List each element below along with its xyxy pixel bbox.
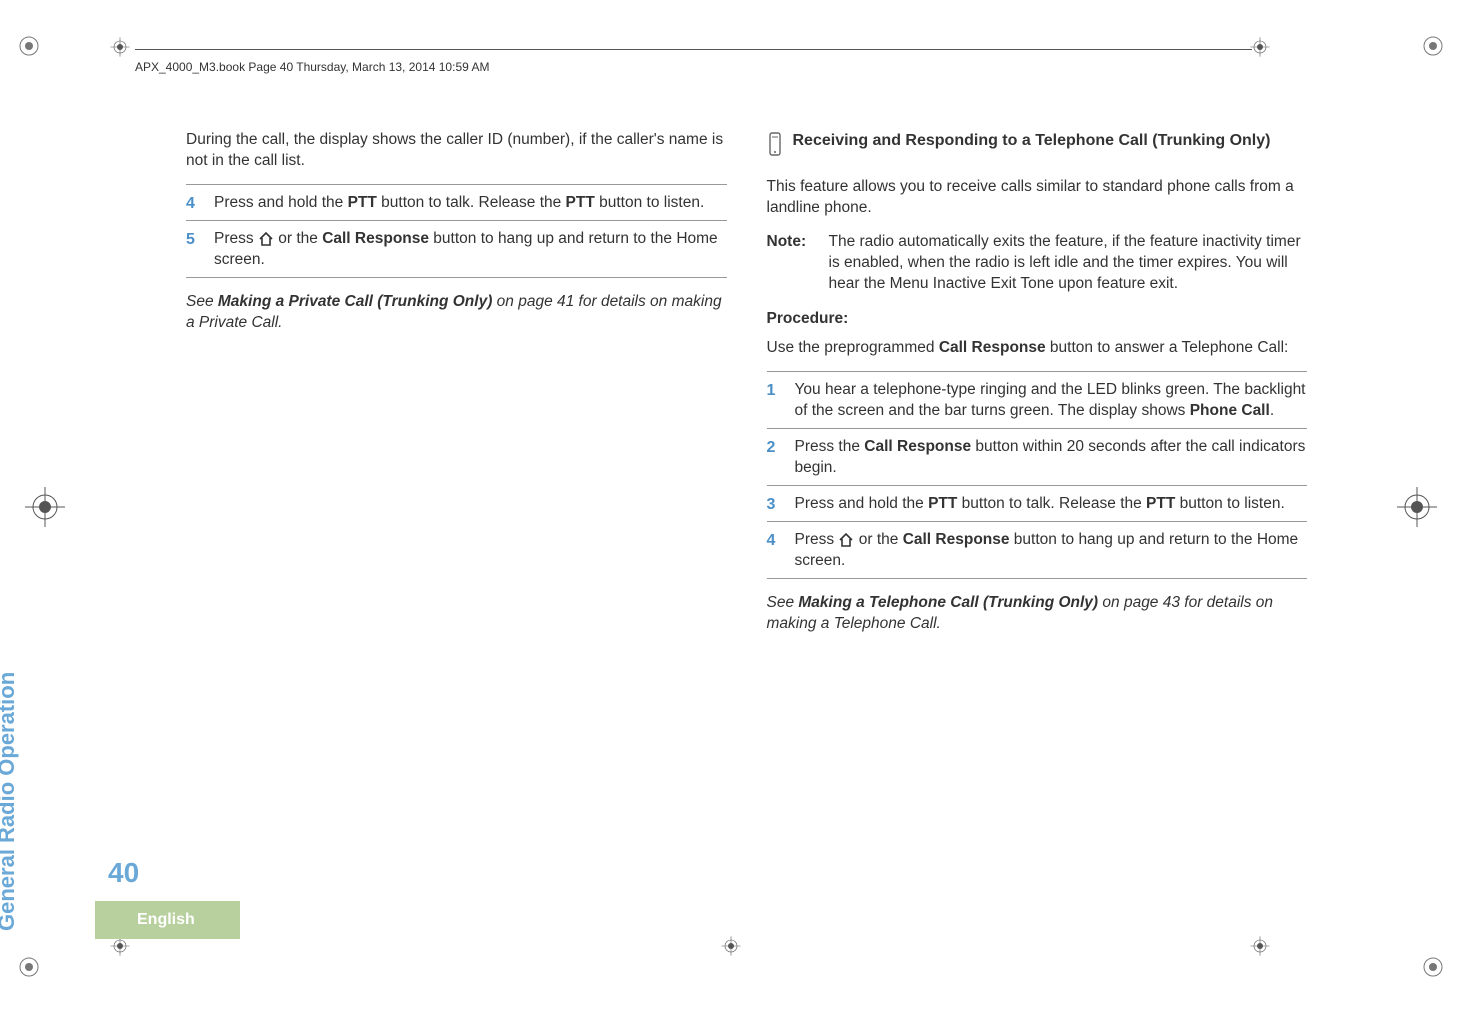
step-text: Press or the Call Response button to han… [214,229,727,271]
crop-mark-top-left [18,35,40,57]
registration-mark-right [1397,487,1437,527]
registration-mark-bottom-center [719,934,743,958]
step-4: 4 Press and hold the PTT button to talk.… [186,193,727,215]
see-note: See Making a Private Call (Trunking Only… [186,292,727,334]
note-text: The radio automatically exits the featur… [829,232,1308,295]
running-head: APX_4000_M3.book Page 40 Thursday, March… [135,60,489,74]
step-number: 4 [767,530,781,552]
left-column: During the call, the display shows the c… [140,130,727,893]
crop-mark-bottom-right [1422,956,1444,978]
see-note-right: See Making a Telephone Call (Trunking On… [767,593,1308,635]
home-icon [258,232,274,246]
separator [767,371,1308,372]
separator [767,485,1308,486]
phone-icon [767,132,783,163]
separator [767,428,1308,429]
step-number: 4 [186,193,200,215]
home-icon [838,533,854,547]
right-column: Receiving and Responding to a Telephone … [767,130,1308,893]
continuation-paragraph: During the call, the display shows the c… [186,130,727,172]
step-3: 3 Press and hold the PTT button to talk.… [767,494,1308,516]
registration-mark-top-inner [108,35,132,59]
heading-text: Receiving and Responding to a Telephone … [793,130,1271,152]
header-rule [135,49,1252,50]
step-number: 1 [767,380,781,402]
registration-mark-top-right-inner [1248,35,1272,59]
section-title-vertical: General Radio Operation [0,672,20,931]
crop-mark-bottom-left [18,956,40,978]
step-1: 1 You hear a telephone-type ringing and … [767,380,1308,422]
registration-mark-left [25,487,65,527]
step-text: Press the Call Response button within 20… [795,437,1308,479]
separator [186,277,727,278]
step-text: You hear a telephone-type ringing and th… [795,380,1308,422]
step-5: 5 Press or the Call Response button to h… [186,229,727,271]
registration-mark-bottom-right-inner [1248,934,1272,958]
separator [767,578,1308,579]
separator [186,184,727,185]
step-text: Press and hold the PTT button to talk. R… [214,193,727,214]
intro-paragraph: This feature allows you to receive calls… [767,177,1308,219]
page-body: During the call, the display shows the c… [140,130,1307,893]
procedure-intro: Use the preprogrammed Call Response butt… [767,338,1308,359]
step-number: 2 [767,437,781,459]
step-text: Press and hold the PTT button to talk. R… [795,494,1308,515]
step-text: Press or the Call Response button to han… [795,530,1308,572]
page-number: 40 [108,857,139,889]
separator [767,521,1308,522]
step-number: 5 [186,229,200,251]
step-number: 3 [767,494,781,516]
step-4-right: 4 Press or the Call Response button to h… [767,530,1308,572]
language-badge: English [95,901,240,939]
note-block: Note: The radio automatically exits the … [767,232,1308,295]
procedure-label: Procedure: [767,309,1308,330]
step-2: 2 Press the Call Response button within … [767,437,1308,479]
crop-mark-top-right [1422,35,1444,57]
separator [186,220,727,221]
note-label: Note: [767,232,817,295]
section-heading: Receiving and Responding to a Telephone … [767,130,1308,163]
